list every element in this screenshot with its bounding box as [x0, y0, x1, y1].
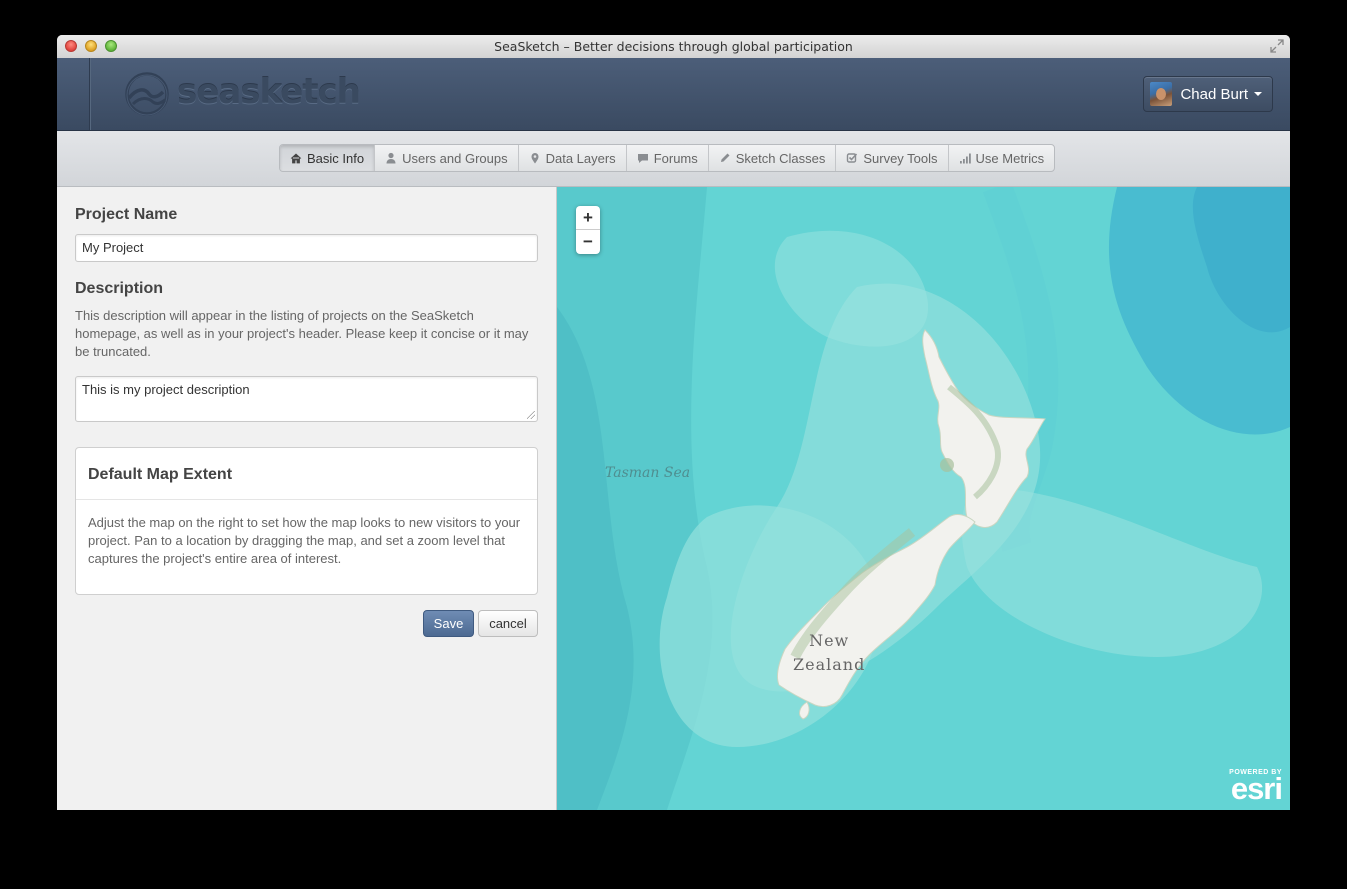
- logo-text: seasketch: [177, 72, 361, 112]
- user-icon: [385, 152, 397, 164]
- signal-icon: [959, 152, 971, 164]
- app-header: seasketch Chad Burt: [57, 58, 1290, 131]
- divider: [76, 499, 537, 500]
- extent-help-text: Adjust the map on the right to set how t…: [88, 515, 521, 566]
- extent-title: Default Map Extent: [88, 466, 233, 483]
- home-icon: [290, 152, 302, 164]
- tab-basic-info[interactable]: Basic Info: [280, 145, 376, 171]
- tab-label: Forums: [653, 150, 698, 166]
- sea-label: Tasman Sea: [605, 465, 691, 481]
- description-label: Description: [75, 280, 164, 297]
- description-textarea[interactable]: This is my project description: [75, 376, 538, 422]
- save-button[interactable]: Save: [423, 610, 474, 637]
- tab-forums[interactable]: Forums: [627, 145, 709, 171]
- project-name-label: Project Name: [75, 206, 178, 223]
- tab-users-and-groups[interactable]: Users and Groups: [375, 145, 519, 171]
- basic-info-form: Project Name My Project Description This…: [57, 187, 557, 810]
- map-marker-icon: [529, 152, 541, 164]
- wave-logo-icon: [125, 72, 169, 116]
- zoom-out-button[interactable]: −: [576, 230, 600, 254]
- window-title: SeaSketch – Better decisions through glo…: [494, 39, 853, 54]
- country-label-line1: New: [809, 631, 850, 650]
- seasketch-logo[interactable]: seasketch: [123, 70, 361, 118]
- tab-label: Basic Info: [307, 150, 365, 166]
- tab-label: Survey Tools: [863, 150, 938, 166]
- ocean-basemap: [557, 187, 1290, 810]
- tab-survey-tools[interactable]: Survey Tools: [836, 145, 949, 171]
- cancel-button[interactable]: cancel: [478, 610, 538, 637]
- user-name: Chad Burt: [1180, 85, 1248, 103]
- pencil-icon: [719, 152, 731, 164]
- browser-window: SeaSketch – Better decisions through glo…: [57, 35, 1290, 810]
- fullscreen-icon[interactable]: [1270, 39, 1284, 53]
- tab-use-metrics[interactable]: Use Metrics: [949, 145, 1055, 171]
- comment-icon: [637, 152, 649, 164]
- resize-handle-icon[interactable]: [527, 411, 535, 419]
- tab-label: Sketch Classes: [735, 150, 826, 166]
- country-label: New Zealand: [793, 629, 865, 677]
- esri-logo: esri: [1230, 771, 1283, 806]
- tab-label: Use Metrics: [975, 150, 1045, 166]
- project-name-input[interactable]: My Project: [75, 234, 538, 262]
- tab-label: Users and Groups: [402, 150, 508, 166]
- esri-attribution[interactable]: POWERED BY esri: [1229, 769, 1283, 806]
- tab-sketch-classes[interactable]: Sketch Classes: [709, 145, 837, 171]
- zoom-in-button[interactable]: +: [576, 206, 600, 230]
- map-view[interactable]: + − Tasman Sea New Zealand POWERED BY es…: [557, 187, 1290, 810]
- tab-data-layers[interactable]: Data Layers: [519, 145, 627, 171]
- avatar: [1150, 82, 1173, 106]
- zoom-control: + −: [576, 206, 600, 254]
- country-label-line2: Zealand: [793, 655, 866, 674]
- user-menu-button[interactable]: Chad Burt: [1143, 76, 1273, 112]
- default-map-extent-panel: Default Map Extent Adjust the map on the…: [75, 447, 538, 595]
- description-help-text: This description will appear in the list…: [75, 308, 529, 359]
- title-bar: SeaSketch – Better decisions through glo…: [57, 35, 1290, 59]
- caret-down-icon: [1254, 92, 1262, 96]
- tab-bar: Basic Info Users and Groups Data Layers …: [279, 144, 1056, 172]
- check-icon: [846, 152, 858, 164]
- settings-nav: Basic Info Users and Groups Data Layers …: [57, 131, 1290, 187]
- description-value: This is my project description: [82, 382, 250, 397]
- project-name-value: My Project: [82, 240, 144, 255]
- header-divider: [89, 58, 90, 130]
- tab-label: Data Layers: [545, 150, 616, 166]
